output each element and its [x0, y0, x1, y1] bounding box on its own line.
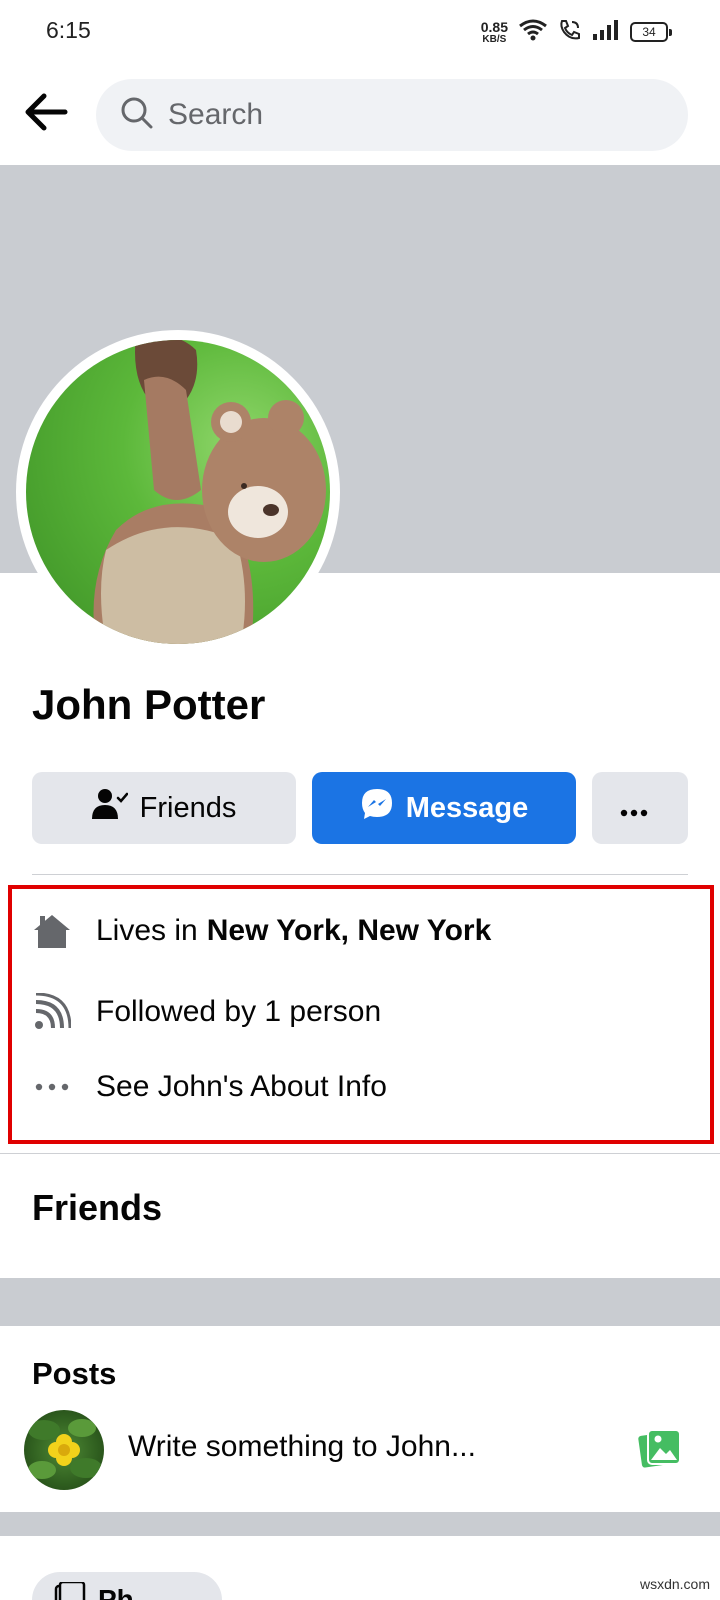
status-bar: 6:15 0.85 KB/S 34: [0, 0, 720, 64]
intro-followers: Followed by 1 person: [32, 993, 381, 1031]
divider: [0, 1153, 720, 1154]
lives-in-city: New York, New York: [206, 914, 492, 947]
battery-icon: 34: [630, 22, 672, 42]
top-app-bar: Search: [0, 64, 720, 164]
network-speed-unit: KB/S: [482, 33, 507, 45]
section-separator: [0, 1278, 720, 1326]
search-placeholder: Search: [168, 98, 264, 131]
followed-by-text: Followed by 1 person: [96, 995, 382, 1028]
message-button[interactable]: Message: [312, 772, 576, 844]
more-options-button[interactable]: [592, 772, 688, 844]
back-button[interactable]: [20, 88, 72, 140]
intro-lives-in: Lives in New York, New York: [32, 913, 491, 949]
post-composer-input[interactable]: Write something to John...: [128, 1430, 476, 1464]
photos-chip-label: Ph: [98, 1584, 134, 1600]
section-separator: [0, 1512, 720, 1536]
gallery-icon: [54, 1580, 86, 1600]
search-icon: [120, 96, 154, 135]
lives-in-prefix: Lives in: [96, 914, 198, 947]
friends-button-label: Friends: [139, 791, 237, 824]
search-input[interactable]: Search: [96, 79, 688, 151]
friends-section-heading: Friends: [32, 1187, 163, 1228]
friends-button[interactable]: Friends: [32, 772, 296, 844]
photos-filter-chip[interactable]: Ph: [32, 1572, 222, 1600]
profile-picture[interactable]: [26, 340, 330, 644]
message-button-label: Message: [405, 791, 529, 824]
wifi-icon: [518, 18, 548, 47]
add-photo-button[interactable]: [636, 1426, 684, 1474]
messenger-icon: [360, 787, 406, 829]
flower-illustration: [28, 1419, 102, 1479]
rss-feed-icon: [32, 993, 72, 1031]
watermark-text: wsxdn.com: [639, 1576, 710, 1592]
more-dots-icon: [620, 792, 660, 825]
network-speed-value: 0.85: [480, 18, 508, 35]
status-time: 6:15: [46, 17, 91, 43]
teddy-bear-illustration: [93, 340, 326, 644]
signal-icon: [592, 19, 620, 46]
current-user-avatar[interactable]: [24, 1410, 104, 1490]
divider: [32, 874, 688, 875]
back-arrow-icon: [24, 93, 68, 136]
battery-level: 34: [642, 25, 656, 39]
see-about-info-text: See John's About Info: [96, 1070, 387, 1103]
friend-check-icon: [91, 788, 140, 828]
profile-name: John Potter: [32, 681, 266, 728]
see-about-info-link[interactable]: See John's About Info: [32, 1070, 387, 1104]
network-speed: 0.85 KB/S: [481, 20, 508, 45]
more-dots-icon: [32, 1083, 72, 1091]
photo-icon: [638, 1428, 682, 1473]
status-icons: 0.85 KB/S 34: [481, 16, 672, 48]
home-icon: [32, 913, 72, 949]
posts-section-heading: Posts: [32, 1356, 117, 1391]
wifi-calling-icon: [558, 18, 582, 47]
